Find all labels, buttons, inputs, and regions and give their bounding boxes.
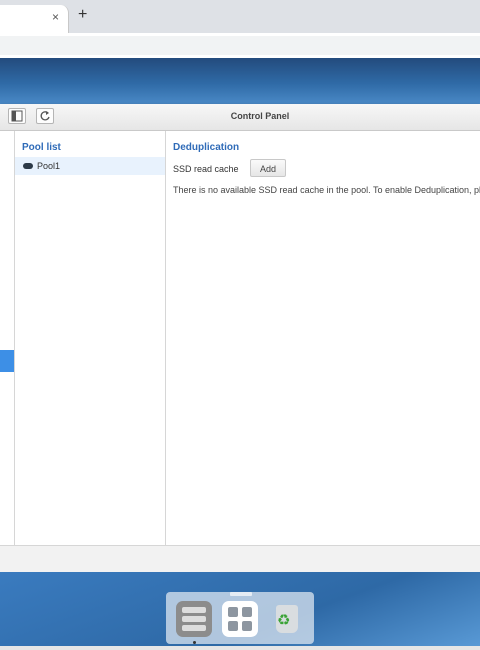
sidebar-selected-item[interactable] <box>0 350 14 372</box>
deduplication-panel: Deduplication SSD read cache Add There i… <box>166 131 480 545</box>
address-bar <box>0 33 480 59</box>
taskbar-dock: ♻ <box>166 592 314 644</box>
desktop-background <box>0 58 480 104</box>
disk-icon <box>23 163 33 169</box>
active-app-dot <box>193 641 196 644</box>
storage-manager-icon[interactable] <box>176 601 212 637</box>
pool-list-panel: Pool list Pool1 <box>15 131 166 545</box>
pool-label: Pool1 <box>37 161 61 171</box>
recycle-symbol-icon: ♻ <box>277 612 291 629</box>
address-field[interactable] <box>0 36 480 55</box>
browser-tab[interactable]: × <box>0 5 69 33</box>
pool-list-item[interactable]: Pool1 <box>15 157 165 175</box>
control-panel-sidebar <box>0 131 15 545</box>
deduplication-title: Deduplication <box>173 142 240 153</box>
window-titlebar: Control Panel <box>0 104 480 131</box>
window-title: Control Panel <box>230 111 290 121</box>
tab-close-icon[interactable]: × <box>52 10 59 24</box>
browser-tab-strip: × + <box>0 0 480 33</box>
pool-list-title: Pool list <box>22 142 61 153</box>
main-menu-icon[interactable] <box>222 601 258 637</box>
new-tab-button[interactable]: + <box>78 6 87 24</box>
control-panel-window: Control Panel Pool list Pool1 Deduplicat… <box>0 104 480 573</box>
ssd-read-cache-label: SSD read cache <box>173 164 239 174</box>
bottom-edge <box>0 646 480 650</box>
window-footer <box>0 545 480 573</box>
recycle-bin-icon[interactable]: ♻ <box>268 601 304 637</box>
no-ssd-cache-message: There is no available SSD read cache in … <box>173 185 480 195</box>
add-ssd-cache-button[interactable]: Add <box>250 159 286 177</box>
